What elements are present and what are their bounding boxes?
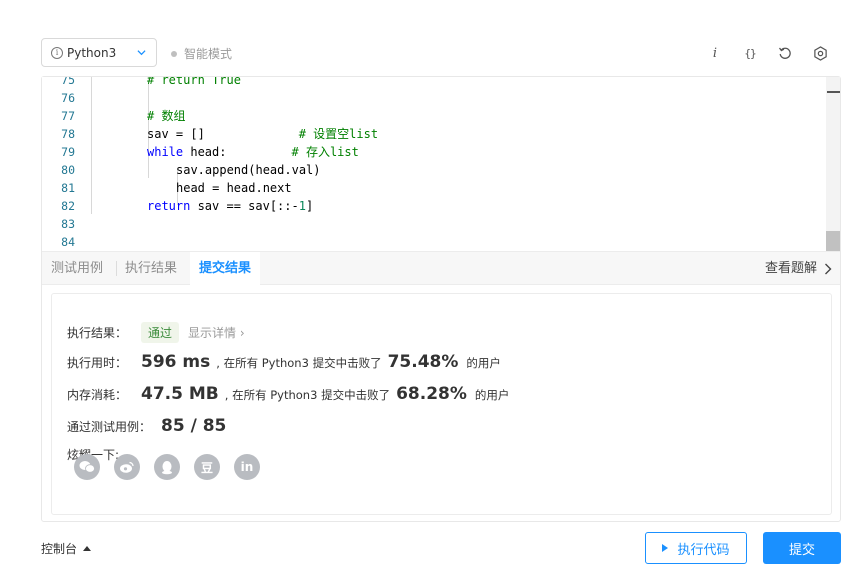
tab-test-cases[interactable]: 测试用例 — [42, 252, 112, 285]
info-circle-icon: i — [51, 46, 63, 59]
code-line: 79 while head: # 存入list — [42, 143, 827, 161]
code-text: sav.append(head.val) — [176, 161, 321, 179]
tests-value: 85 / 85 — [161, 416, 227, 436]
code-text: sav = [] # 设置空list — [147, 125, 378, 143]
line-number: 76 — [61, 91, 75, 105]
line-number: 77 — [61, 109, 75, 123]
editor-scrollbar[interactable] — [826, 77, 840, 251]
scroll-thumb[interactable] — [826, 231, 840, 251]
linkedin-icon[interactable]: in — [234, 454, 260, 480]
code-editor[interactable]: 75 # return True 76 77 # 数组 78 sav = [] # 设置空l… — [42, 77, 840, 251]
code-text: return sav == sav[::-1] — [147, 197, 313, 215]
code-text: # return True — [147, 77, 241, 89]
line-number: 78 — [61, 127, 75, 141]
wechat-icon[interactable] — [74, 454, 100, 480]
code-text: while head: # 存入list — [147, 143, 359, 161]
scroll-marker — [827, 91, 840, 93]
view-solutions-link[interactable]: 查看题解 — [765, 252, 832, 285]
qq-icon[interactable] — [154, 454, 180, 480]
memory-label: 内存消耗： — [67, 388, 128, 402]
line-number: 81 — [61, 181, 75, 195]
memory-row: 内存消耗： 47.5 MB , 在所有 Python3 提交中击败了 68.28… — [67, 384, 509, 404]
settings-gear-icon[interactable] — [809, 42, 831, 64]
code-line: 84 — [42, 233, 827, 251]
tests-label: 通过测试用例： — [67, 420, 152, 434]
share-icons: 豆 in — [74, 454, 274, 480]
caret-up-icon — [83, 546, 92, 551]
runtime-value: 596 ms — [141, 352, 211, 372]
exec-result-row: 执行结果： 通过 显示详情 › — [67, 322, 245, 343]
code-braces-icon[interactable]: {} — [739, 42, 761, 64]
language-select[interactable]: i Python3 — [41, 38, 157, 67]
submit-button[interactable]: 提交 — [763, 532, 841, 564]
language-select-value: Python3 — [67, 45, 117, 60]
memory-text: , 在所有 Python3 提交中击败了 — [224, 388, 391, 402]
show-details-link[interactable]: 显示详情 › — [188, 324, 245, 341]
code-line: 80 sav.append(head.val) — [42, 161, 827, 179]
smart-mode-label: 智能模式 — [184, 47, 233, 61]
runtime-percentile: 75.48% — [387, 352, 459, 372]
chevron-down-icon — [137, 50, 146, 56]
memory-after: 的用户 — [474, 388, 510, 402]
code-token: while — [147, 145, 184, 159]
tab-submit-result[interactable]: 提交结果 — [190, 252, 261, 285]
code-token: sav = [] — [147, 127, 299, 141]
view-solutions-label: 查看题解 — [764, 261, 817, 276]
exec-result-label: 执行结果： — [67, 326, 128, 340]
weibo-icon[interactable] — [114, 454, 140, 480]
code-token: sav.append(head.val) — [176, 163, 321, 177]
code-line: 76 — [42, 89, 827, 107]
memory-percentile: 68.28% — [396, 384, 467, 404]
line-number: 82 — [61, 199, 75, 213]
code-line: 82 return sav == sav[::-1] — [42, 197, 827, 215]
runtime-text: , 在所有 Python3 提交中击败了 — [216, 356, 382, 370]
tests-row: 通过测试用例： 85 / 85 — [67, 416, 226, 436]
code-token: ] — [305, 199, 314, 213]
line-number: 80 — [61, 163, 75, 177]
code-text: head = head.next — [176, 179, 292, 197]
play-icon — [662, 544, 669, 552]
runtime-label: 执行用时： — [67, 356, 128, 370]
status-badge: 通过 — [141, 322, 180, 343]
reset-icon[interactable] — [774, 42, 796, 64]
code-line: 78 sav = [] # 设置空list — [42, 125, 827, 143]
douban-icon[interactable]: 豆 — [194, 454, 220, 480]
code-line: 77 # 数组 — [42, 107, 827, 125]
line-number: 79 — [61, 145, 75, 159]
code-token: # return True — [147, 77, 241, 87]
smart-mode-toggle[interactable]: 智能模式 — [171, 45, 232, 62]
submission-result: 执行结果： 通过 显示详情 › 执行用时： 596 ms , 在所有 Pytho… — [51, 293, 832, 515]
code-token: # 存入list — [291, 145, 359, 159]
status-dot-icon — [171, 50, 177, 57]
code-token: # 数组 — [147, 109, 186, 123]
runtime-after: 的用户 — [466, 356, 501, 370]
run-code-button[interactable]: 执行代码 — [645, 532, 747, 564]
runtime-row: 执行用时： 596 ms , 在所有 Python3 提交中击败了 75.48%… — [67, 352, 501, 372]
console-label: 控制台 — [41, 542, 78, 556]
code-token: return — [147, 199, 191, 213]
code-text: # 数组 — [147, 107, 185, 125]
code-token: head: — [183, 145, 292, 159]
line-number: 83 — [61, 217, 75, 231]
line-number: 84 — [61, 235, 75, 249]
code-token: 1 — [298, 199, 306, 213]
tab-run-result[interactable]: 执行结果 — [116, 252, 186, 285]
code-line: 81 head = head.next — [42, 179, 827, 197]
editor-toolbar: i Python3 智能模式 i {} — [41, 38, 841, 67]
editor-panel: 75 # return True 76 77 # 数组 78 sav = [] # 设置空l… — [41, 76, 841, 522]
info-icon[interactable]: i — [704, 42, 726, 64]
result-tabs: 测试用例 执行结果 提交结果 查看题解 — [42, 251, 840, 285]
toolbar-icons: i {} — [691, 42, 831, 64]
memory-value: 47.5 MB — [141, 384, 219, 404]
code-token: head = head.next — [176, 181, 292, 195]
code-line: 75 # return True — [42, 77, 827, 89]
submit-label: 提交 — [788, 542, 815, 558]
chevron-right-icon — [825, 263, 832, 274]
line-number: 75 — [61, 77, 75, 87]
run-code-label: 执行代码 — [677, 542, 730, 558]
console-toggle[interactable]: 控制台 — [41, 540, 92, 557]
code-token: # 设置空list — [298, 127, 379, 141]
code-token: sav == sav[::- — [190, 199, 299, 213]
code-line: 83 — [42, 215, 827, 233]
